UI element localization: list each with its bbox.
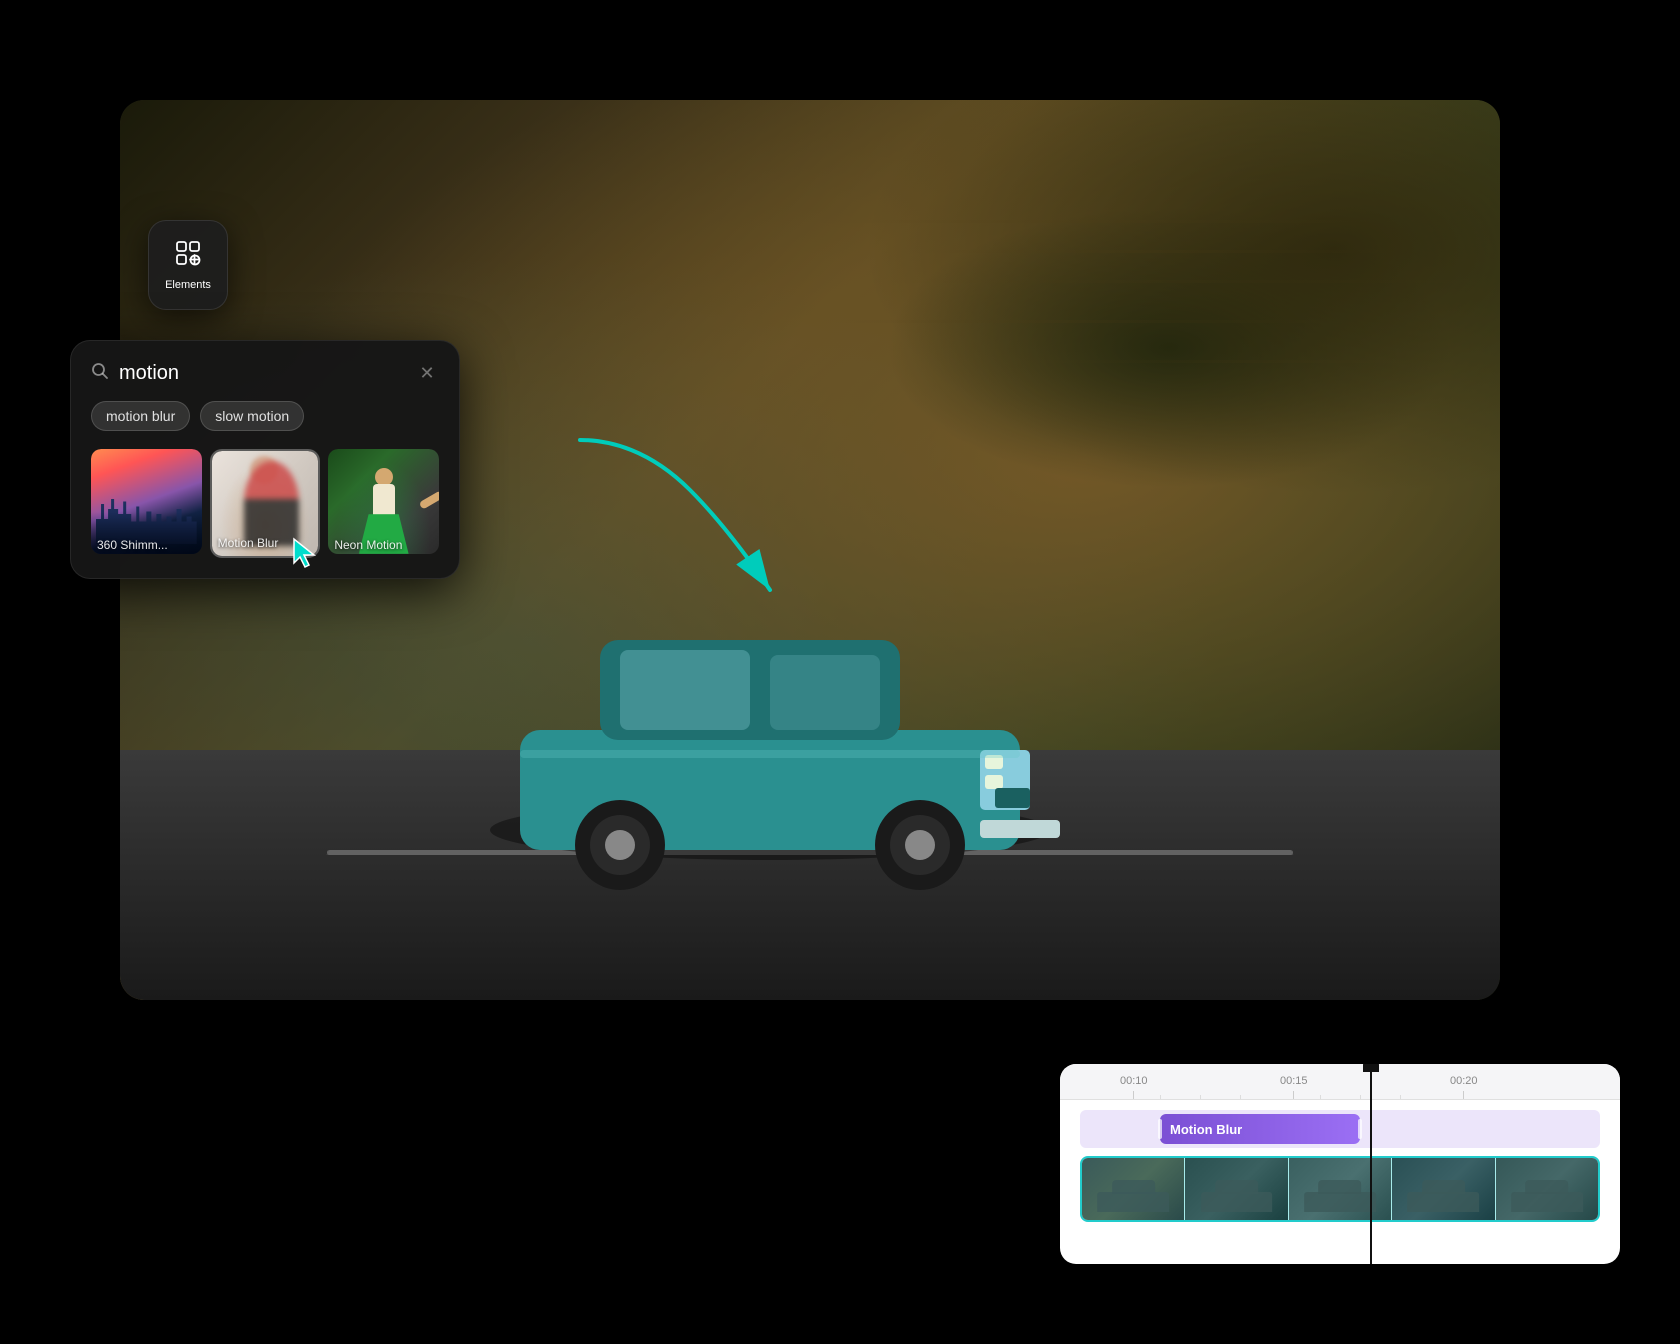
frame-car-3 bbox=[1304, 1177, 1376, 1212]
frame-car-body-2 bbox=[1201, 1192, 1273, 1212]
ruler-label-10: 00:10 bbox=[1120, 1075, 1148, 1087]
playhead[interactable] bbox=[1370, 1064, 1372, 1264]
effect-handle-left[interactable] bbox=[1158, 1119, 1162, 1139]
elements-label: Elements bbox=[165, 279, 211, 291]
results-grid: 360 Shimm... Motion Blur bbox=[91, 449, 439, 558]
frame-car-4 bbox=[1408, 1177, 1480, 1212]
frame-thumb-1 bbox=[1082, 1158, 1184, 1220]
frame-car-5 bbox=[1511, 1177, 1583, 1212]
playhead-head bbox=[1363, 1064, 1379, 1072]
suggestion-pills: motion blur slow motion bbox=[91, 401, 439, 431]
frame-car-body-1 bbox=[1097, 1192, 1169, 1212]
frame-car-body-4 bbox=[1408, 1192, 1480, 1212]
suggestion-motion-blur[interactable]: motion blur bbox=[91, 401, 190, 431]
minor-tick-1 bbox=[1160, 1095, 1161, 1099]
ruler-tick-10: 00:10 bbox=[1120, 1075, 1148, 1099]
minor-tick-6 bbox=[1400, 1095, 1401, 1099]
ruler-label-20: 00:20 bbox=[1450, 1075, 1478, 1087]
scene: Elements motion ✕ motion blur slow motio… bbox=[0, 0, 1680, 1344]
effect-handle-right[interactable] bbox=[1358, 1119, 1362, 1139]
result-item-360shimmer[interactable]: 360 Shimm... bbox=[91, 449, 202, 558]
result-item-neonmotion[interactable]: Neon Motion bbox=[328, 449, 439, 558]
frame-thumb-4 bbox=[1392, 1158, 1494, 1220]
result-label-360shimmer: 360 Shimm... bbox=[97, 538, 168, 552]
ruler-line-10 bbox=[1133, 1091, 1134, 1099]
frame-car-body-5 bbox=[1511, 1192, 1583, 1212]
result-label-neonmotion: Neon Motion bbox=[334, 538, 402, 552]
effect-track: Motion Blur bbox=[1080, 1110, 1600, 1148]
neon-body bbox=[373, 484, 395, 516]
ruler-label-15: 00:15 bbox=[1280, 1075, 1308, 1087]
figure-body bbox=[244, 461, 299, 546]
minor-tick-5 bbox=[1360, 1095, 1361, 1099]
elements-panel-button[interactable]: Elements bbox=[148, 220, 228, 310]
frame-thumb-3 bbox=[1289, 1158, 1391, 1220]
frame-thumb-5 bbox=[1496, 1158, 1598, 1220]
video-frame-4 bbox=[1392, 1158, 1495, 1220]
suggestion-slow-motion[interactable]: slow motion bbox=[200, 401, 304, 431]
city-skyline bbox=[96, 494, 197, 544]
motion-streaks bbox=[800, 200, 1500, 500]
frame-thumb-2 bbox=[1185, 1158, 1287, 1220]
elements-icon bbox=[174, 239, 202, 273]
minor-tick-2 bbox=[1200, 1095, 1201, 1099]
timeline-ruler: 00:10 00:15 00:20 bbox=[1060, 1064, 1620, 1100]
mouse-cursor bbox=[290, 535, 320, 571]
car-svg bbox=[460, 530, 1080, 910]
effect-block-label: Motion Blur bbox=[1170, 1122, 1242, 1137]
result-label-motionblur: Motion Blur bbox=[218, 536, 279, 550]
timeline-panel: 00:10 00:15 00:20 bbox=[1060, 1064, 1620, 1264]
effect-block-motion-blur[interactable]: Motion Blur bbox=[1160, 1114, 1360, 1144]
search-panel: motion ✕ motion blur slow motion 360 Shi… bbox=[70, 340, 460, 579]
ruler-tick-20: 00:20 bbox=[1450, 1075, 1478, 1099]
video-track bbox=[1080, 1156, 1600, 1222]
search-clear-button[interactable]: ✕ bbox=[415, 361, 439, 385]
ruler-line-15 bbox=[1293, 1091, 1294, 1099]
ruler-tick-15: 00:15 bbox=[1280, 1075, 1308, 1099]
search-icon bbox=[91, 362, 109, 385]
minor-tick-4 bbox=[1320, 1095, 1321, 1099]
video-frame-3 bbox=[1289, 1158, 1392, 1220]
ruler-line-20 bbox=[1463, 1091, 1464, 1099]
search-bar: motion ✕ bbox=[91, 361, 439, 385]
minor-tick-3 bbox=[1240, 1095, 1241, 1099]
search-query[interactable]: motion bbox=[119, 362, 405, 385]
timeline-tracks: Motion Blur bbox=[1060, 1100, 1620, 1232]
frame-car-body-3 bbox=[1304, 1192, 1376, 1212]
video-frame-2 bbox=[1185, 1158, 1288, 1220]
video-frame-1 bbox=[1082, 1158, 1185, 1220]
video-frame-5 bbox=[1496, 1158, 1598, 1220]
frame-car-2 bbox=[1201, 1177, 1273, 1212]
frame-car-1 bbox=[1097, 1177, 1169, 1212]
